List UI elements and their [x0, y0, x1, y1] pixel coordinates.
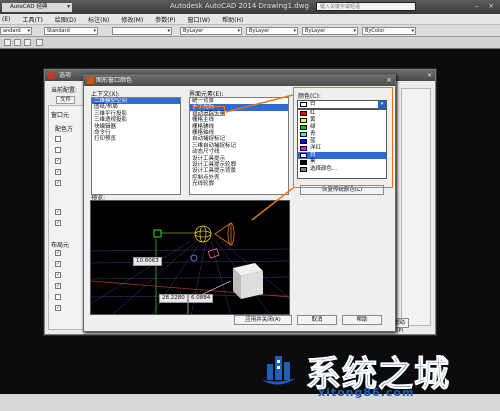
watermark-url: xitong86.com	[318, 386, 415, 399]
watermark-logo	[262, 356, 296, 385]
